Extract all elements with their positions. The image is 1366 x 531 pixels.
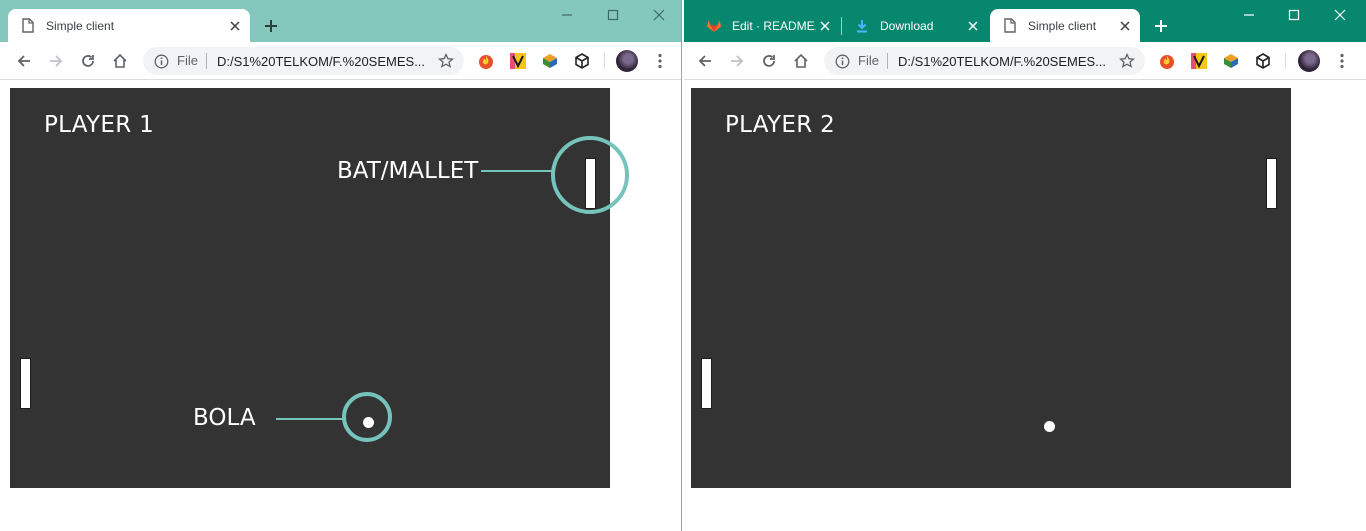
browser-toolbar: File D:/S1%20TELKOM/F.%20SEMES... xyxy=(0,42,681,80)
info-icon[interactable] xyxy=(153,53,169,69)
back-button[interactable] xyxy=(12,49,36,73)
cube-extension-icon[interactable] xyxy=(540,51,560,71)
avatar[interactable] xyxy=(616,50,638,72)
browser-window-player-2: Edit · README.md Download Simple client xyxy=(684,0,1366,531)
page-icon xyxy=(20,18,36,34)
paddle-callout-label: BAT/MALLET xyxy=(337,158,479,184)
ball-callout-label: BOLA xyxy=(193,405,256,431)
player-label: PLAYER 1 xyxy=(44,112,155,138)
tab-label: Edit · README.md xyxy=(732,18,816,33)
fire-extension-icon[interactable] xyxy=(476,51,496,71)
reload-button[interactable] xyxy=(757,49,781,73)
toolbar-divider xyxy=(1285,53,1286,69)
url-text[interactable]: D:/S1%20TELKOM/F.%20SEMES... xyxy=(898,54,1117,69)
cube-extension-icon[interactable] xyxy=(1221,51,1241,71)
star-icon[interactable] xyxy=(436,51,456,71)
page-icon xyxy=(1002,18,1018,34)
player-label: PLAYER 2 xyxy=(725,112,836,138)
tab-download[interactable]: Download xyxy=(842,9,988,42)
close-icon[interactable] xyxy=(964,17,982,35)
close-window-button[interactable] xyxy=(1329,4,1351,26)
file-scheme-label: File xyxy=(177,53,207,69)
new-tab-button[interactable] xyxy=(258,13,284,39)
minimize-button[interactable] xyxy=(1238,4,1260,26)
tab-label: Simple client xyxy=(46,18,115,33)
forward-button[interactable] xyxy=(725,49,749,73)
paddle-highlight-ring xyxy=(551,136,629,214)
ball-highlight-ring xyxy=(342,392,392,442)
kebab-menu-icon[interactable] xyxy=(650,51,670,71)
gitlab-icon xyxy=(706,18,722,34)
reload-button[interactable] xyxy=(76,49,100,73)
close-icon[interactable] xyxy=(226,17,244,35)
tab-edit-readme[interactable]: Edit · README.md xyxy=(694,9,840,42)
game-canvas[interactable]: PLAYER 1 xyxy=(10,88,610,488)
info-icon[interactable] xyxy=(834,53,850,69)
back-button[interactable] xyxy=(693,49,717,73)
star-icon[interactable] xyxy=(1117,51,1137,71)
toolbar-divider xyxy=(604,53,605,69)
tab-simple-client[interactable]: Simple client xyxy=(990,9,1140,42)
forward-button[interactable] xyxy=(44,49,68,73)
home-button[interactable] xyxy=(108,49,132,73)
file-scheme-label: File xyxy=(858,53,888,69)
close-window-button[interactable] xyxy=(648,4,670,26)
paddle-left xyxy=(20,358,31,409)
close-icon[interactable] xyxy=(816,17,834,35)
tab-simple-client[interactable]: Simple client xyxy=(8,9,250,42)
ball xyxy=(1044,421,1055,432)
box-extension-icon[interactable] xyxy=(572,51,592,71)
fire-extension-icon[interactable] xyxy=(1157,51,1177,71)
avatar[interactable] xyxy=(1298,50,1320,72)
ball-callout-line xyxy=(276,418,343,420)
browser-window-player-1: Simple client File D:/S1%20TELKOM/F.%20S… xyxy=(0,0,682,531)
url-text[interactable]: D:/S1%20TELKOM/F.%20SEMES... xyxy=(217,54,436,69)
title-bar: Edit · README.md Download Simple client xyxy=(684,0,1366,42)
address-bar[interactable]: File D:/S1%20TELKOM/F.%20SEMES... xyxy=(824,47,1145,75)
address-bar[interactable]: File D:/S1%20TELKOM/F.%20SEMES... xyxy=(143,47,464,75)
home-button[interactable] xyxy=(789,49,813,73)
tab-label: Simple client xyxy=(1028,18,1097,33)
kebab-menu-icon[interactable] xyxy=(1332,51,1352,71)
title-bar: Simple client xyxy=(0,0,681,42)
browser-toolbar: File D:/S1%20TELKOM/F.%20SEMES... xyxy=(684,42,1366,80)
paddle-left xyxy=(701,358,712,409)
v-extension-icon[interactable] xyxy=(508,51,528,71)
paddle-callout-line xyxy=(481,170,552,172)
maximize-button[interactable] xyxy=(602,4,624,26)
paddle-right xyxy=(1266,158,1277,209)
minimize-button[interactable] xyxy=(556,4,578,26)
game-canvas[interactable]: PLAYER 2 xyxy=(691,88,1291,488)
download-icon xyxy=(854,18,870,34)
close-icon[interactable] xyxy=(1116,17,1134,35)
v-extension-icon[interactable] xyxy=(1189,51,1209,71)
box-extension-icon[interactable] xyxy=(1253,51,1273,71)
tab-label: Download xyxy=(880,18,934,33)
new-tab-button[interactable] xyxy=(1148,13,1174,39)
maximize-button[interactable] xyxy=(1283,4,1305,26)
